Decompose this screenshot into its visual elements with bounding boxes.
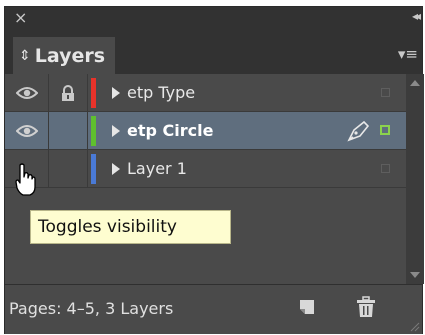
trash-icon[interactable]	[356, 296, 376, 318]
updown-icon: ⇕	[19, 47, 31, 64]
resize-grip-icon[interactable]	[410, 322, 420, 332]
layers-panel: × ◂◂ ⇕ Layers ▾≡ etp Type etp Circle Lay…	[4, 6, 424, 334]
new-layer-icon[interactable]	[298, 298, 316, 316]
layer-color-swatch	[91, 154, 96, 184]
layer-row-etp-type[interactable]: etp Type	[5, 74, 406, 112]
disclosure-triangle-icon[interactable]	[112, 87, 120, 99]
panel-title-bar: × ◂◂	[5, 7, 422, 29]
vertical-scrollbar[interactable]	[406, 74, 424, 284]
layer-color-swatch	[91, 116, 96, 146]
scroll-up-icon[interactable]	[410, 80, 420, 86]
layer-name: etp Circle	[127, 121, 214, 140]
panel-tab-bar: ⇕ Layers ▾≡	[5, 29, 422, 74]
disclosure-triangle-icon[interactable]	[112, 163, 120, 175]
visibility-toggle[interactable]	[5, 112, 49, 150]
visibility-toggle[interactable]	[5, 74, 49, 112]
layer-row-etp-circle[interactable]: etp Circle	[5, 112, 406, 150]
eye-icon	[15, 87, 38, 99]
lock-toggle[interactable]	[49, 112, 88, 150]
tab-layers-label: Layers	[34, 44, 106, 67]
selection-indicator[interactable]	[381, 164, 390, 173]
selection-indicator[interactable]	[380, 125, 390, 135]
tab-layers[interactable]: ⇕ Layers	[13, 37, 115, 74]
scroll-down-icon[interactable]	[410, 272, 420, 278]
panel-footer: Pages: 4–5, 3 Layers	[5, 284, 422, 334]
close-icon[interactable]: ×	[14, 8, 27, 27]
layer-name: etp Type	[127, 83, 196, 102]
hand-cursor-icon	[15, 163, 36, 196]
tooltip: Toggles visibility	[30, 210, 231, 244]
selection-indicator[interactable]	[381, 88, 390, 97]
layer-row-layer-1[interactable]: Layer 1	[5, 150, 406, 188]
lock-toggle[interactable]	[49, 150, 88, 188]
layer-color-swatch	[91, 78, 96, 108]
lock-toggle[interactable]	[49, 74, 88, 112]
pen-icon	[347, 120, 370, 142]
collapse-icon[interactable]: ◂◂	[412, 9, 421, 23]
layer-name: Layer 1	[127, 159, 187, 178]
lock-icon	[62, 84, 74, 101]
disclosure-triangle-icon[interactable]	[112, 125, 120, 137]
layer-list: etp Type etp Circle Layer 1	[5, 74, 406, 284]
eye-icon	[15, 125, 38, 137]
pages-layers-status: Pages: 4–5, 3 Layers	[9, 299, 174, 318]
panel-menu-icon[interactable]: ▾≡	[398, 45, 418, 63]
tooltip-text: Toggles visibility	[38, 217, 177, 237]
